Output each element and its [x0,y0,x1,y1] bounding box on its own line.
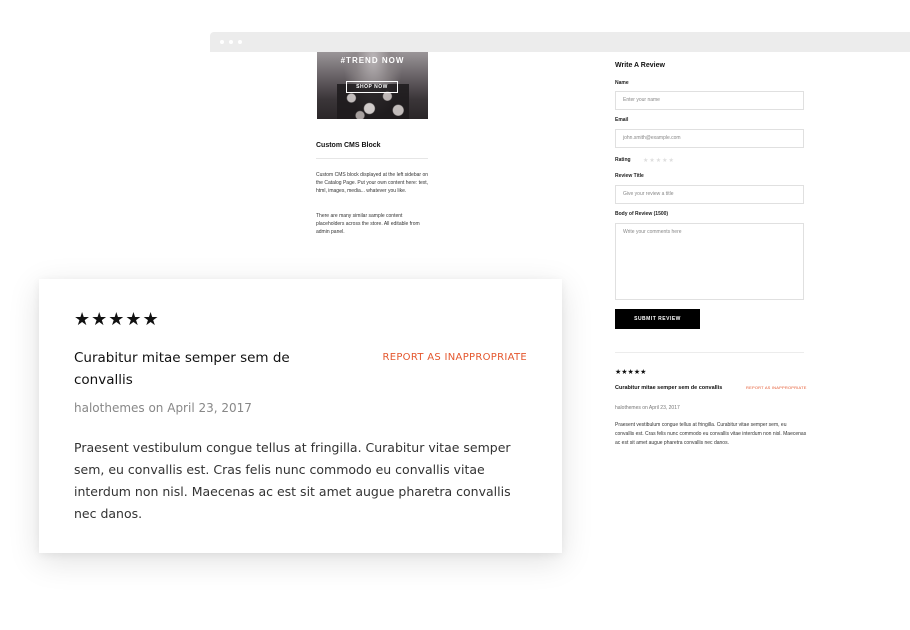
rating-stars-input[interactable]: ★★★★★ [643,157,675,164]
review-stars: ★★★★★ [615,368,647,376]
report-inappropriate-link[interactable]: REPORT AS INAPPROPRIATE [382,352,527,363]
email-input[interactable]: john.smith@example.com [615,129,804,148]
review-meta: halothemes on April 23, 2017 [615,405,680,411]
review-title: Curabitur mitae semper sem de convallis [615,385,723,391]
review-stars: ★★★★★ [74,309,160,330]
review-body-label: Body of Review (1500) [615,211,669,217]
window-dot-icon [220,40,224,44]
write-review-title: Write A Review [615,62,665,69]
form-divider [615,352,804,353]
review-title-label: Review Title [615,173,644,179]
review-body: Praesent vestibulum congue tellus at fri… [74,440,511,521]
window-dot-icon [238,40,242,44]
review-title: Curabitur mitae semper sem de convallis [74,350,290,388]
shop-now-button[interactable]: SHOP NOW [346,81,398,93]
name-input[interactable]: Enter your name [615,91,804,110]
cms-block-text: Custom CMS block displayed at the left s… [316,172,429,195]
window-dot-icon [229,40,233,44]
rating-label: Rating [615,157,631,163]
submit-review-button[interactable]: SUBMIT REVIEW [615,309,700,329]
browser-title-bar [210,32,910,52]
review-body-textarea[interactable]: Write your comments here [615,223,804,300]
email-label: Email [615,117,629,123]
review-body: Praesent vestibulum congue tellus at fri… [615,422,807,446]
review-card-zoomed: ★★★★★ Curabitur mitae semper sem de conv… [39,279,562,553]
cms-block-text-2: There are many similar sample content pl… [316,213,420,236]
review-title-input[interactable]: Give your review a title [615,185,804,204]
banner-heading: #TREND NOW [340,56,405,65]
report-inappropriate-link[interactable]: REPORT AS INAPPROPRIATE [746,385,807,390]
name-label: Name [615,80,629,86]
cms-block-title: Custom CMS Block [316,142,381,149]
review-meta: halothemes on April 23, 2017 [74,401,252,415]
cms-divider [316,158,428,159]
